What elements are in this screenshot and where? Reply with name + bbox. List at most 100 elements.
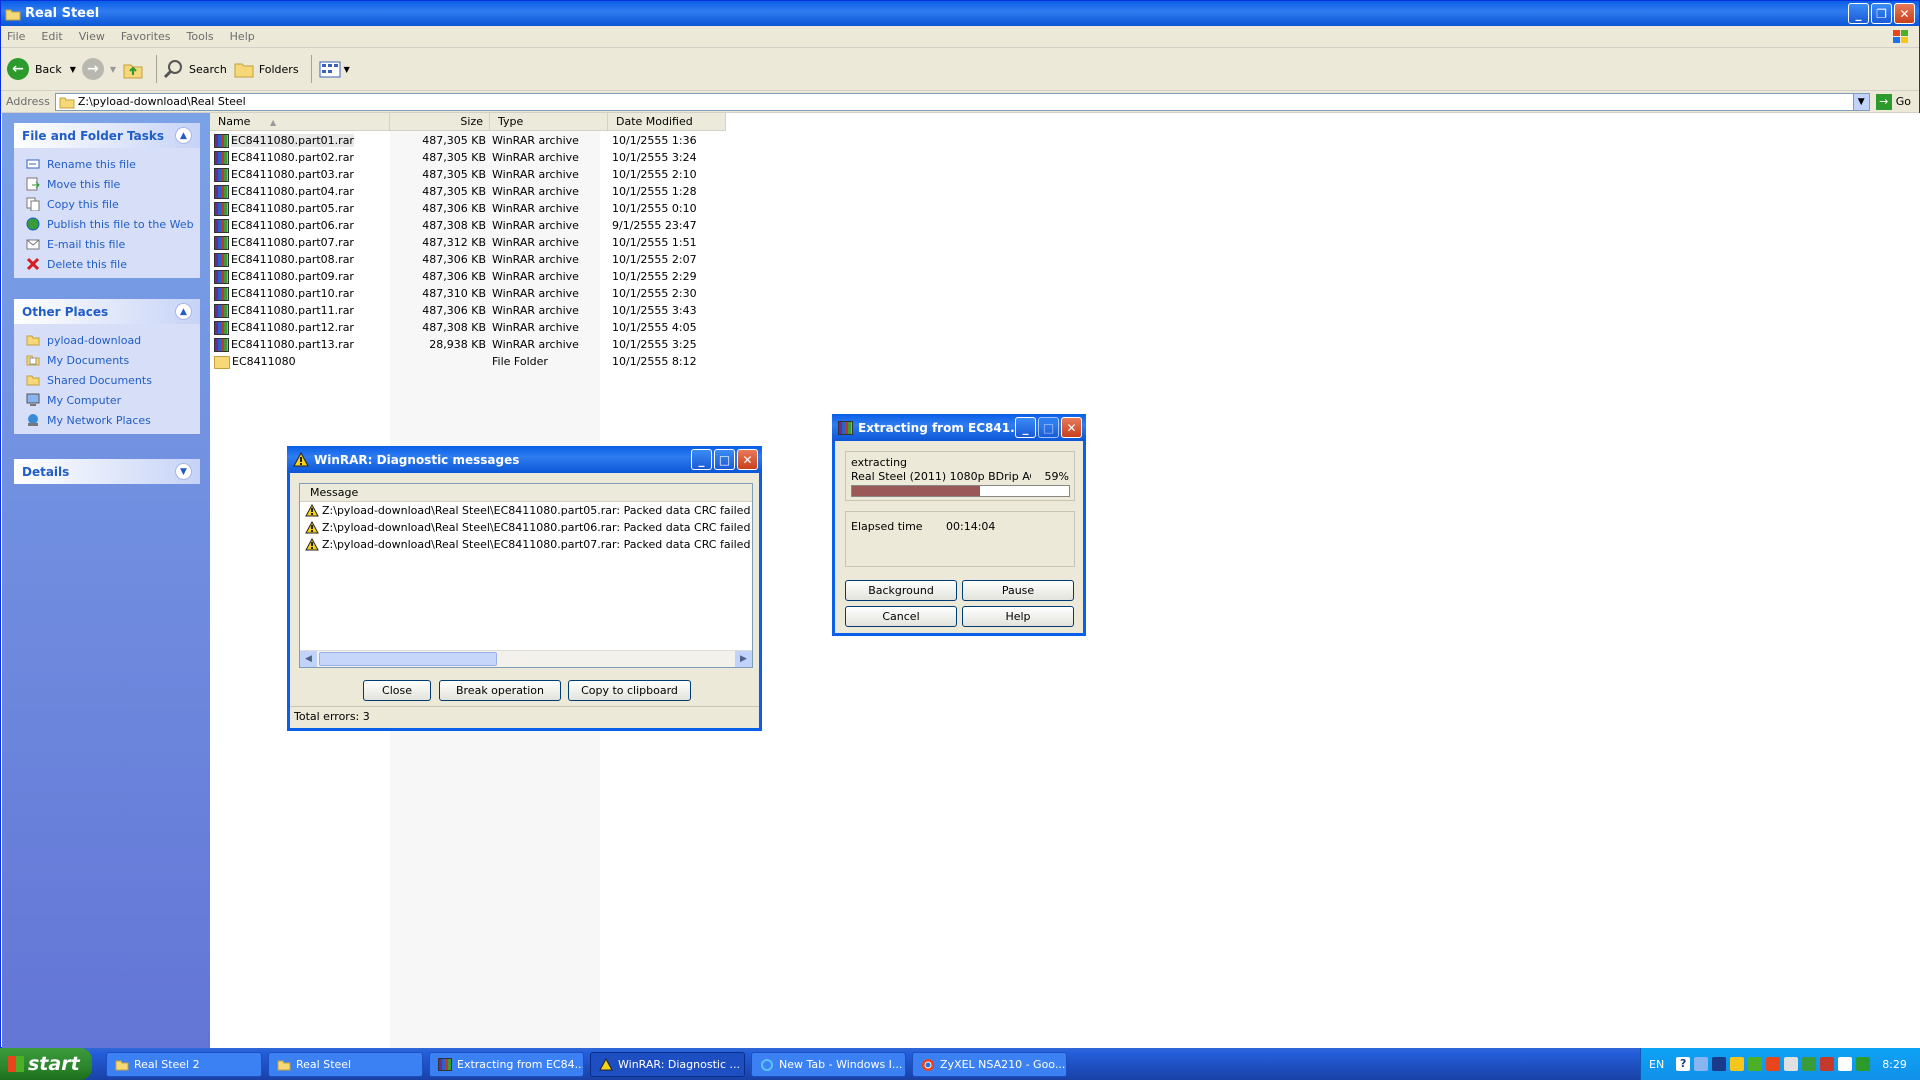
close-dialog-button[interactable]: Close	[363, 680, 431, 701]
message-list[interactable]: Message Z:\pyload-download\Real Steel\EC…	[299, 483, 753, 668]
cancel-button[interactable]: Cancel	[845, 606, 957, 627]
publish-web-link[interactable]: Publish this file to the Web	[26, 214, 200, 234]
file-row[interactable]: EC8411080.part07.rar 487,312 KB WinRAR arc…	[210, 234, 730, 251]
taskbar-button-chrome[interactable]: ZyXEL NSA210 - Goo...	[912, 1051, 1067, 1077]
file-row[interactable]: EC8411080.part04.rar 487,305 KB WinRAR arc…	[210, 183, 730, 200]
place-my-computer[interactable]: My Computer	[26, 390, 200, 410]
taskbar-button-real-steel[interactable]: Real Steel	[268, 1051, 423, 1077]
file-row[interactable]: EC8411080.part03.rar 487,305 KB WinRAR arc…	[210, 166, 730, 183]
move-file-link[interactable]: Move this file	[26, 174, 200, 194]
horizontal-scrollbar[interactable]: ◀ ▶	[300, 650, 752, 667]
column-name[interactable]: Name ▲	[210, 113, 390, 131]
file-row[interactable]: EC8411080.part02.rar 487,305 KB WinRAR arc…	[210, 149, 730, 166]
file-row[interactable]: EC8411080.part08.rar 487,306 KB WinRAR arc…	[210, 251, 730, 268]
up-folder-button[interactable]	[122, 58, 144, 80]
dropdown-arrow-icon[interactable]: ▼	[70, 65, 76, 74]
close-button[interactable]: ✕	[1061, 417, 1082, 438]
language-indicator[interactable]: EN	[1649, 1058, 1664, 1071]
file-row[interactable]: EC8411080.part09.rar 487,306 KB WinRAR arc…	[210, 268, 730, 285]
collapse-icon[interactable]: ▲	[175, 303, 192, 320]
scroll-left-icon[interactable]: ◀	[300, 651, 317, 667]
other-places-header[interactable]: Other Places ▲	[14, 299, 200, 324]
collapse-icon[interactable]: ▲	[175, 127, 192, 144]
file-row[interactable]: EC8411080.part13.rar 28,938 KB WinRAR arch…	[210, 336, 730, 353]
minimize-button[interactable]: _	[691, 449, 712, 470]
place-pyload-download[interactable]: pyload-download	[26, 330, 200, 350]
network-tray-icon[interactable]	[1694, 1057, 1709, 1071]
dropdown-arrow-icon[interactable]: ▼	[110, 65, 116, 74]
file-folder-tasks-header[interactable]: File and Folder Tasks ▲	[14, 123, 200, 148]
email-file-link[interactable]: E-mail this file	[26, 234, 200, 254]
diagnostic-title-bar[interactable]: WinRAR: Diagnostic messages _ □ ✕	[287, 446, 762, 473]
clock[interactable]: 8:29	[1882, 1058, 1907, 1071]
message-row[interactable]: Z:\pyload-download\Real Steel\EC8411080.…	[300, 519, 752, 536]
menu-tools[interactable]: Tools	[187, 30, 214, 43]
place-my-documents[interactable]: My Documents	[26, 350, 200, 370]
column-type[interactable]: Type	[490, 113, 608, 131]
close-button[interactable]: ✕	[1894, 3, 1915, 24]
expand-icon[interactable]: ▼	[175, 463, 192, 480]
chevron-down-icon[interactable]: ▼	[1852, 93, 1869, 110]
taskbar-button-diagnostic[interactable]: WinRAR: Diagnostic ...	[590, 1051, 745, 1077]
file-row[interactable]: EC8411080.part01.rar 487,305 KB WinRAR arc…	[210, 132, 730, 149]
help-button[interactable]: Help	[962, 606, 1074, 627]
rename-file-link[interactable]: Rename this file	[26, 154, 200, 174]
connection-tray-icon[interactable]	[1856, 1057, 1871, 1071]
file-date: 10/1/2555 3:24	[612, 151, 697, 164]
search-button[interactable]: Search	[163, 58, 227, 80]
scrollbar-thumb[interactable]	[319, 652, 497, 666]
column-date-modified[interactable]: Date Modified	[608, 113, 726, 131]
taskbar-button-extracting[interactable]: Extracting from EC84...	[429, 1051, 584, 1077]
file-row[interactable]: EC8411080.part11.rar 487,306 KB WinRAR arc…	[210, 302, 730, 319]
folders-button[interactable]: Folders	[233, 58, 299, 80]
views-button[interactable]: ▼	[318, 59, 350, 79]
message-column-header[interactable]: Message	[300, 484, 752, 502]
app-tray-icon[interactable]	[1802, 1057, 1817, 1071]
arrow-tray-icon[interactable]	[1712, 1057, 1727, 1071]
file-row[interactable]: EC8411080.part10.rar 487,310 KB WinRAR arc…	[210, 285, 730, 302]
menu-view[interactable]: View	[79, 30, 105, 43]
file-row[interactable]: EC8411080 File Folder 10/1/2555 8:12	[210, 353, 730, 370]
background-button[interactable]: Background	[845, 580, 957, 601]
message-row[interactable]: Z:\pyload-download\Real Steel\EC8411080.…	[300, 502, 752, 519]
file-row[interactable]: EC8411080.part06.rar 487,308 KB WinRAR arc…	[210, 217, 730, 234]
details-header[interactable]: Details ▼	[14, 459, 200, 484]
start-button[interactable]: start	[0, 1048, 92, 1080]
minimize-button[interactable]: _	[1015, 417, 1036, 438]
copy-file-link[interactable]: Copy this file	[26, 194, 200, 214]
update-tray-icon[interactable]	[1766, 1057, 1781, 1071]
menu-file[interactable]: File	[7, 30, 25, 43]
restore-button[interactable]: ❐	[1871, 3, 1892, 24]
help-icon[interactable]: ?	[1676, 1057, 1691, 1071]
menu-help[interactable]: Help	[230, 30, 255, 43]
title-bar[interactable]: Real Steel _ ❐ ✕	[1, 1, 1919, 26]
menu-edit[interactable]: Edit	[41, 30, 62, 43]
break-operation-button[interactable]: Break operation	[439, 680, 561, 701]
place-network-places[interactable]: My Network Places	[26, 410, 200, 430]
file-row[interactable]: EC8411080.part12.rar 487,308 KB WinRAR arc…	[210, 319, 730, 336]
delete-file-link[interactable]: Delete this file	[26, 254, 200, 274]
scroll-right-icon[interactable]: ▶	[735, 651, 752, 667]
extract-title-bar[interactable]: Extracting from EC841... _ □ ✕	[832, 414, 1086, 441]
shield-tray-icon[interactable]	[1730, 1057, 1745, 1071]
menu-favorites[interactable]: Favorites	[121, 30, 171, 43]
maximize-button[interactable]: □	[714, 449, 735, 470]
minimize-button[interactable]: _	[1848, 3, 1869, 24]
volume-tray-icon[interactable]	[1838, 1057, 1853, 1071]
message-row[interactable]: Z:\pyload-download\Real Steel\EC8411080.…	[300, 536, 752, 553]
file-row[interactable]: EC8411080.part05.rar 487,306 KB WinRAR arc…	[210, 200, 730, 217]
forward-button[interactable]: → ▼	[81, 58, 116, 80]
pause-button[interactable]: Pause	[962, 580, 1074, 601]
taskbar-button-internet-explorer[interactable]: New Tab - Windows I...	[751, 1051, 906, 1077]
back-button[interactable]: ← Back ▼	[7, 58, 76, 80]
place-shared-documents[interactable]: Shared Documents	[26, 370, 200, 390]
security-tray-icon[interactable]	[1748, 1057, 1763, 1071]
copy-to-clipboard-button[interactable]: Copy to clipboard	[568, 680, 691, 701]
address-input[interactable]: Z:\pyload-download\Real Steel ▼	[54, 92, 1870, 111]
go-button[interactable]: → Go	[1870, 93, 1919, 110]
column-size[interactable]: Size	[390, 113, 490, 131]
taskbar-button-real-steel-2[interactable]: Real Steel 2	[106, 1051, 262, 1077]
antivirus-tray-icon[interactable]	[1820, 1057, 1835, 1071]
display-tray-icon[interactable]	[1784, 1057, 1799, 1071]
close-button[interactable]: ✕	[737, 449, 758, 470]
